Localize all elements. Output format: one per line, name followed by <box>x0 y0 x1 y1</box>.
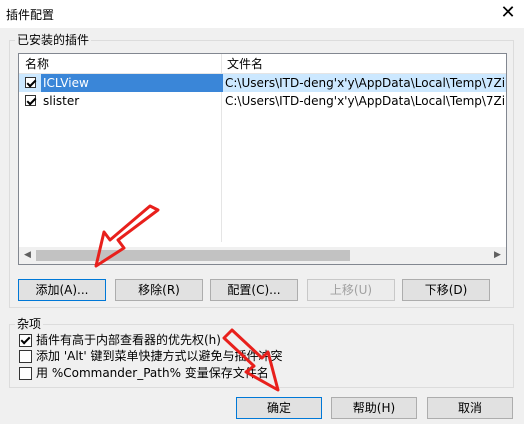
scroll-left-icon[interactable]: ◀ <box>19 247 36 264</box>
option-label: 添加 'Alt' 键到菜单快捷方式以避免与插件冲突 <box>36 349 283 363</box>
installed-plugins-label: 已安装的插件 <box>15 31 92 48</box>
cancel-button[interactable]: 取消 <box>427 397 513 419</box>
window-title: 插件配置 <box>6 8 55 22</box>
plugin-list[interactable]: 名称 文件名 ICLView C:\Users\ITD-deng'x'y\App… <box>18 53 507 265</box>
scroll-right-icon[interactable]: ▶ <box>489 247 506 264</box>
move-up-button[interactable]: 上移(U) <box>307 279 395 301</box>
option-checkbox[interactable] <box>19 334 32 347</box>
close-button[interactable]: ✕ <box>496 2 520 24</box>
column-header-name[interactable]: 名称 <box>25 54 49 74</box>
plugin-row[interactable]: ICLView C:\Users\ITD-deng'x'y\AppData\Lo… <box>19 74 506 92</box>
option-label: 用 %Commander_Path% 变量保存文件名 <box>36 366 269 380</box>
plugin-name: slister <box>43 94 80 108</box>
option-plugin-priority[interactable]: 插件有高于内部查看器的优先权(h) <box>19 333 319 349</box>
help-button[interactable]: 帮助(H) <box>331 397 417 419</box>
configure-button[interactable]: 配置(C)... <box>210 279 298 301</box>
remove-button[interactable]: 移除(R) <box>115 279 203 301</box>
horizontal-scrollbar[interactable]: ◀ ▶ <box>19 247 506 264</box>
ok-button[interactable]: 确定 <box>236 397 322 419</box>
column-header-file[interactable]: 文件名 <box>227 54 263 74</box>
option-alt-key[interactable]: 添加 'Alt' 键到菜单快捷方式以避免与插件冲突 <box>19 349 319 365</box>
add-button[interactable]: 添加(A)... <box>18 279 106 301</box>
title-bar <box>0 0 524 28</box>
plugin-file: C:\Users\ITD-deng'x'y\AppData\Local\Temp… <box>225 76 506 90</box>
plugin-enabled-checkbox[interactable] <box>25 77 36 88</box>
plugin-row[interactable]: slister C:\Users\ITD-deng'x'y\AppData\Lo… <box>19 92 506 110</box>
plugin-name: ICLView <box>41 74 223 92</box>
misc-label: 杂项 <box>15 315 44 332</box>
option-checkbox[interactable] <box>19 350 32 363</box>
option-label: 插件有高于内部查看器的优先权(h) <box>36 333 221 347</box>
option-commander-path[interactable]: 用 %Commander_Path% 变量保存文件名 <box>19 366 319 382</box>
plugin-file: C:\Users\ITD-deng'x'y\AppData\Local\Temp… <box>225 94 506 108</box>
plugin-enabled-checkbox[interactable] <box>25 95 36 106</box>
move-down-button[interactable]: 下移(D) <box>402 279 490 301</box>
scrollbar-thumb[interactable] <box>36 250 350 261</box>
option-checkbox[interactable] <box>19 367 32 380</box>
